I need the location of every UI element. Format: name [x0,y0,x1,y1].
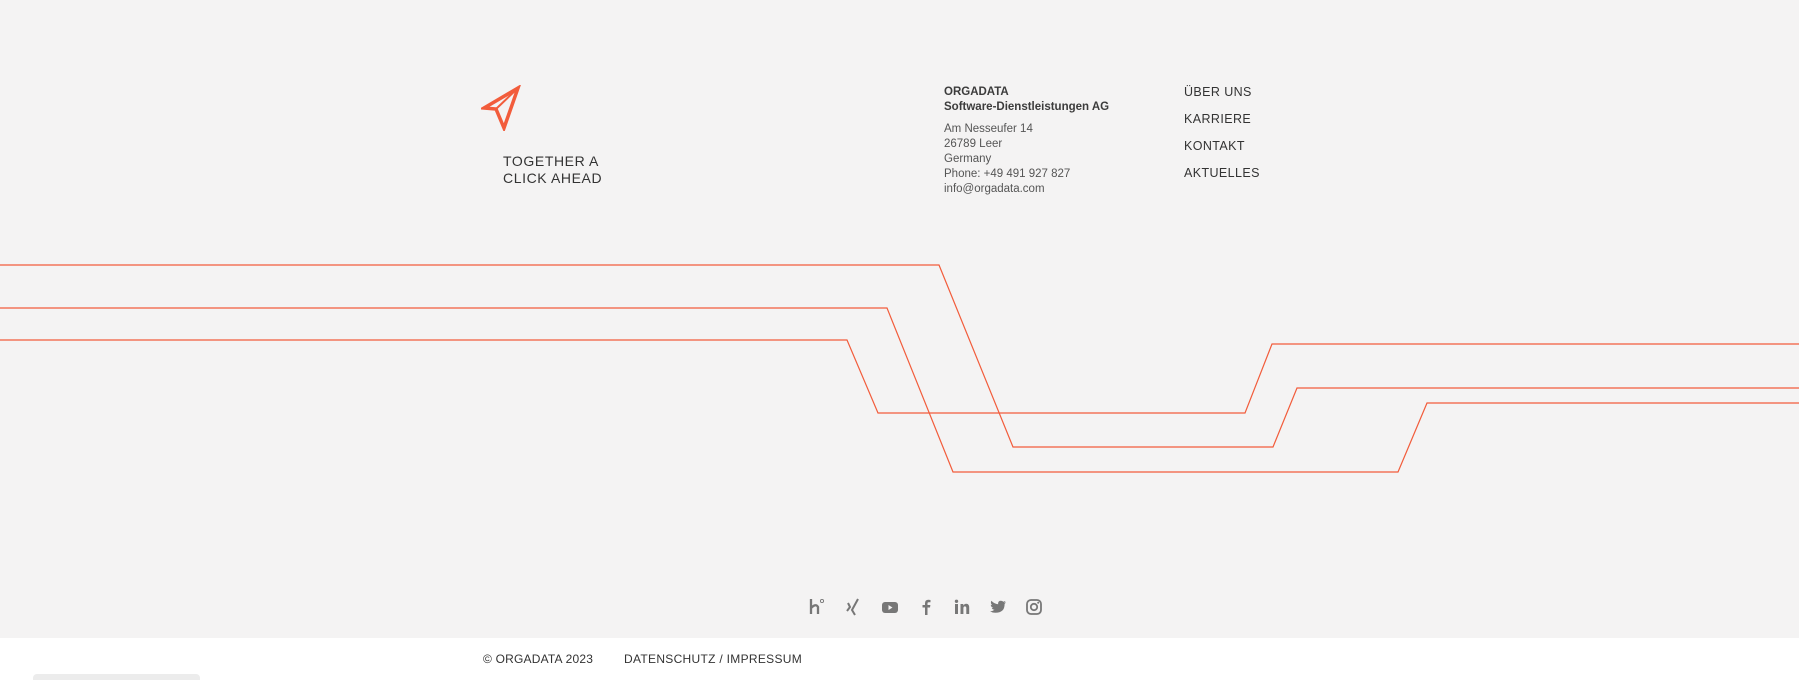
twitter-icon[interactable] [988,597,1024,617]
copyright-text: © ORGADATA 2023 [483,652,594,666]
cookie-banner-tab[interactable] [33,674,200,680]
footer-bottom-bar: © ORGADATA 2023 DATENSCHUTZ / IMPRESSUM [0,638,1799,680]
decorative-line-3 [0,339,1799,414]
decorative-line-1 [0,264,1799,448]
privacy-imprint-link[interactable]: DATENSCHUTZ / IMPRESSUM [624,652,802,666]
xing-icon[interactable] [844,597,880,617]
decorative-lines [0,264,1799,473]
decorative-line-2 [0,307,1799,473]
social-links [808,597,1060,617]
kununu-icon[interactable] [808,597,844,617]
instagram-icon[interactable] [1024,597,1060,617]
footer-main: TOGETHER A CLICK AHEAD ORGADATA Software… [0,0,1799,638]
facebook-icon[interactable] [916,597,952,617]
linkedin-icon[interactable] [952,597,988,617]
youtube-icon[interactable] [880,597,916,617]
